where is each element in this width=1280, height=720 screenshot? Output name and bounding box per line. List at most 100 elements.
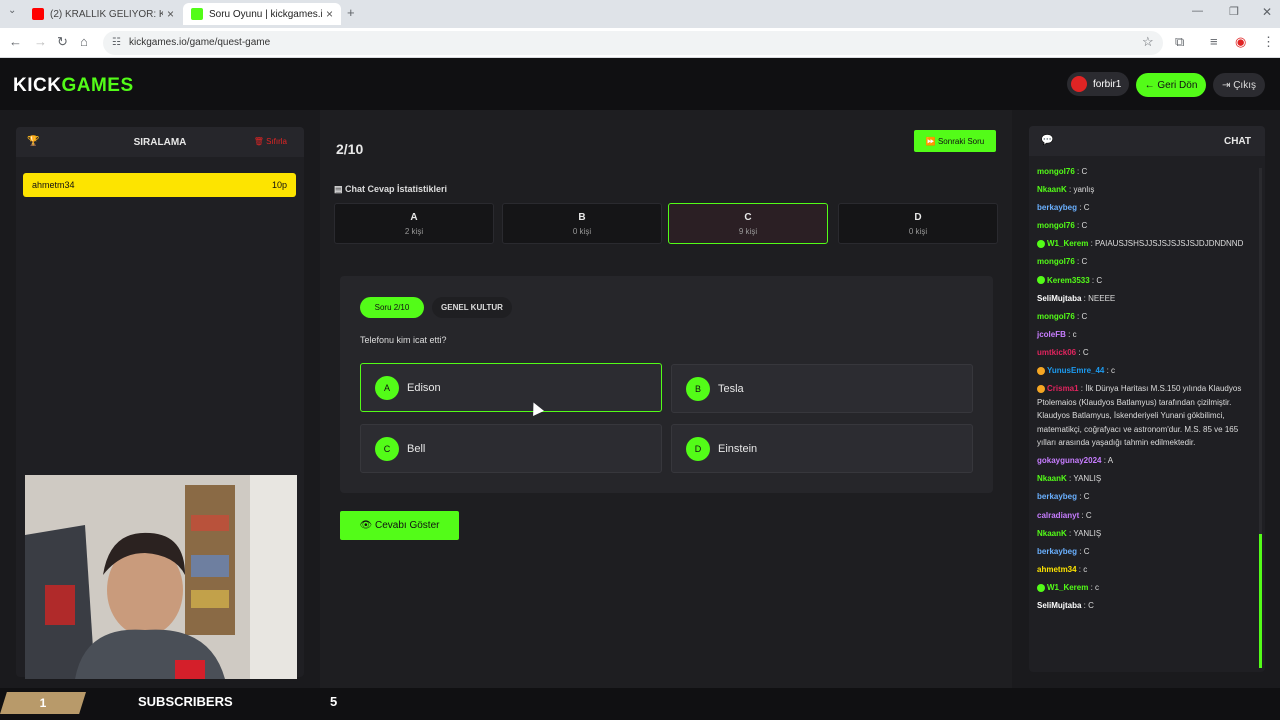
show-answer-button[interactable]: 👁 Cevabı Göster [340, 511, 459, 540]
subscriber-count: 5 [330, 694, 338, 709]
back-icon[interactable]: ← [9, 34, 22, 49]
chat-username[interactable]: YunusEmre_44 [1047, 366, 1104, 375]
chat-message: berkaybeg : C [1037, 490, 1252, 504]
avatar [1071, 76, 1087, 92]
minimize-icon[interactable]: — [1192, 5, 1203, 17]
chat-message-list[interactable]: mongol76 : C NkaanK : yanlış berkaybeg : C… [1037, 165, 1252, 617]
chat-scrollbar[interactable] [1259, 168, 1262, 668]
separator: : [1079, 510, 1086, 520]
chat-username[interactable]: W1_Kerem [1047, 583, 1088, 592]
bookmark-star-icon[interactable]: ☆ [1142, 34, 1154, 50]
option-a[interactable]: A Edison [360, 363, 662, 412]
media-icon[interactable]: ≡ [1210, 34, 1218, 49]
chat-username[interactable]: NkaanK [1037, 529, 1067, 538]
chat-username[interactable]: mongol76 [1037, 221, 1075, 230]
chat-text: PAIAUSJSHSJJSJSJSJSJSJDJDNDNND [1095, 239, 1244, 249]
tab-title: (2) KRALLIK GELİYOR: Kurtuluş [50, 8, 163, 20]
chat-username[interactable]: ahmetm34 [1037, 565, 1077, 574]
chat-bubble-icon: 💬 [1041, 135, 1054, 146]
reload-icon[interactable]: ↻ [57, 34, 68, 50]
browser-tab-youtube[interactable]: (2) KRALLIK GELİYOR: Kurtuluş × [24, 3, 182, 25]
new-tab-icon[interactable]: + [347, 5, 355, 20]
player-name: ahmetm34 [32, 180, 75, 190]
browser-tab-kickgames[interactable]: Soru Oyunu | kickgames.io × [183, 3, 341, 25]
separator: : [1077, 203, 1084, 213]
chart-icon: ▤ [334, 184, 346, 194]
scrollbar-thumb[interactable] [1259, 534, 1262, 668]
address-bar[interactable]: ☷ kickgames.io/game/quest-game [103, 31, 1163, 55]
option-b[interactable]: B Tesla [671, 364, 973, 413]
kickgames-logo[interactable]: KICKGAMES [13, 75, 134, 97]
subscriber-rank: 1 [0, 692, 86, 714]
question-text: Telefonu kim icat etti? [360, 335, 447, 345]
chat-text: C [1081, 311, 1088, 321]
chat-text: C [1088, 600, 1094, 610]
site-header: KICKGAMES forbir1 [0, 58, 1280, 110]
home-icon[interactable]: ⌂ [80, 34, 88, 49]
chat-message: mongol76 : C [1037, 310, 1252, 324]
chat-message: mongol76 : C [1037, 165, 1252, 179]
close-icon[interactable]: × [167, 7, 174, 21]
back-button[interactable]: ← Geri Dön [1136, 73, 1206, 97]
chat-message: mongol76 : C [1037, 255, 1252, 269]
menu-icon[interactable]: ⋮ [1262, 34, 1275, 50]
chat-text: C [1081, 167, 1088, 176]
chat-message: umtkick06 : C [1037, 346, 1252, 360]
chat-username[interactable]: mongol76 [1037, 312, 1075, 321]
chat-title: CHAT [1223, 136, 1251, 147]
tab-search-icon[interactable]: ⌄ [8, 5, 16, 16]
extensions-icon[interactable]: ⧉ [1175, 34, 1184, 50]
chat-panel: 💬 CHAT mongol76 : C NkaanK : yanlış berkay… [1029, 126, 1265, 672]
chat-username[interactable]: mongol76 [1037, 257, 1075, 266]
chat-username[interactable]: SeliMujtaba [1037, 294, 1081, 303]
user-profile[interactable]: forbir1 [1067, 72, 1130, 96]
logout-button[interactable]: ⇥ Çıkış [1213, 73, 1265, 97]
chat-username[interactable]: mongol76 [1037, 167, 1075, 176]
chat-text: C [1083, 203, 1090, 213]
option-d[interactable]: D Einstein [671, 424, 973, 473]
chat-username[interactable]: Kerem3533 [1047, 276, 1090, 285]
chat-username[interactable]: jcoleFB [1037, 330, 1066, 339]
chat-text: C [1085, 510, 1092, 520]
window-close-icon[interactable]: ✕ [1262, 5, 1272, 19]
forward-icon[interactable]: → [34, 34, 47, 49]
chat-text: YANLIŞ [1073, 474, 1102, 484]
chat-text: c [1111, 366, 1116, 376]
chat-username[interactable]: NkaanK [1037, 474, 1067, 483]
stat-a: A 2 kişi [334, 203, 494, 244]
restore-icon[interactable]: ❐ [1229, 5, 1239, 18]
chat-text: c [1083, 564, 1088, 574]
chat-message: SeliMujtaba : C [1037, 599, 1252, 613]
chat-username[interactable]: berkaybeg [1037, 547, 1077, 556]
chat-text: A [1107, 456, 1114, 466]
chat-username[interactable]: Crisma1 [1047, 384, 1079, 393]
chat-username[interactable]: gokaygunay2024 [1037, 456, 1101, 465]
chat-username[interactable]: umtkick06 [1037, 348, 1076, 357]
chat-message: gokaygunay2024 : A [1037, 454, 1252, 468]
separator: : [1076, 347, 1083, 357]
kickgames-icon [191, 8, 203, 20]
tab-title: Soru Oyunu | kickgames.io [209, 8, 322, 20]
option-c[interactable]: C Bell [360, 424, 662, 473]
chat-username[interactable]: SeliMujtaba [1037, 601, 1081, 610]
profile-icon[interactable]: ◉ [1235, 34, 1246, 50]
chat-text: YANLIŞ [1073, 528, 1102, 538]
chat-text: C [1083, 546, 1090, 556]
chat-text: C [1081, 257, 1088, 267]
chat-text: İlk Dünya Haritası M.S.150 yılında Klaud… [1037, 384, 1242, 448]
chat-username[interactable]: berkaybeg [1037, 203, 1077, 212]
chat-username[interactable]: calradianyt [1037, 511, 1079, 520]
separator: : [1077, 492, 1084, 502]
option-text: Bell [407, 442, 426, 455]
chat-username[interactable]: W1_Kerem [1047, 239, 1088, 248]
next-question-button[interactable]: ⏩ Sonraki Soru [914, 130, 996, 152]
category-badge: GENEL KULTUR [432, 297, 512, 318]
browser-tab-strip: ⌄ (2) KRALLIK GELİYOR: Kurtuluş × Soru O… [0, 0, 1280, 28]
close-icon[interactable]: × [326, 7, 333, 21]
chat-username[interactable]: NkaanK [1037, 185, 1067, 194]
ranking-row: ahmetm34 10p [23, 173, 296, 197]
player-points: 10p [271, 180, 287, 190]
site-info-icon[interactable]: ☷ [112, 31, 121, 55]
chat-username[interactable]: berkaybeg [1037, 492, 1077, 501]
reset-button[interactable]: 🗑 Sıfırla [254, 137, 287, 146]
